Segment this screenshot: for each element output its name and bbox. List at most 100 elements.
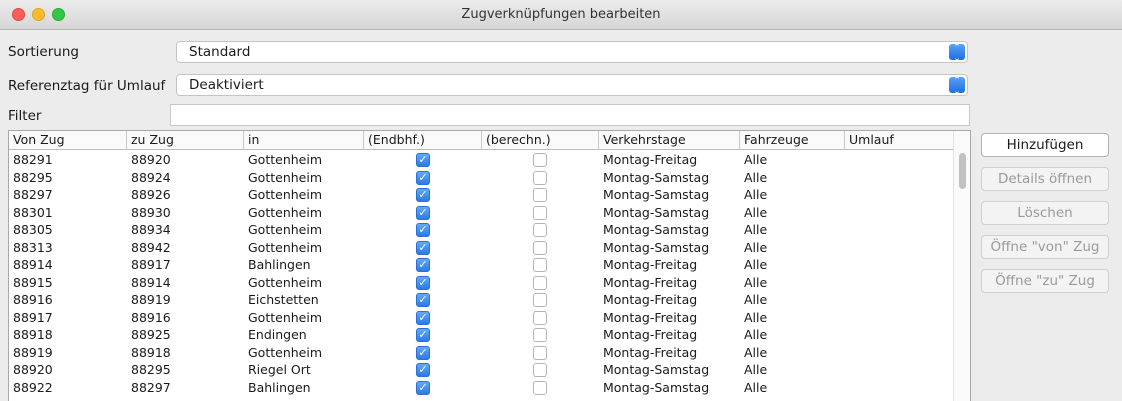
delete-button[interactable]: Löschen	[981, 201, 1109, 225]
cell-zu-zug: 88918	[131, 344, 171, 360]
sort-select[interactable]: Standard ⌃ ⌃	[176, 41, 968, 63]
scrollbar-thumb[interactable]	[959, 153, 966, 189]
window-title: Zugverknüpfungen bearbeiten	[461, 7, 661, 22]
table-row[interactable]: 88916 88919 Eichstetten ✓ Montag-Freitag Alle	[9, 291, 953, 309]
add-button[interactable]: Hinzufügen	[981, 133, 1109, 157]
berechn-checkbox[interactable]	[533, 170, 547, 185]
cell-zu-zug: 88919	[131, 292, 171, 307]
vertical-scrollbar[interactable]	[953, 131, 970, 401]
open-details-button[interactable]: Details öffnen	[981, 167, 1109, 191]
column-header-endbhf[interactable]: (Endbhf.)	[364, 131, 482, 150]
cell-von-zug: 88922	[13, 379, 53, 395]
cell-von-zug: 88920	[13, 362, 53, 377]
berechn-checkbox[interactable]	[533, 328, 547, 342]
berechn-checkbox[interactable]	[533, 258, 547, 272]
table-row[interactable]: 88295 88924 Gottenheim ✓ Montag-Samstag Alle	[9, 169, 953, 187]
table-row[interactable]: 88918 88925 Endingen ✓ Montag-Freitag Alle	[9, 326, 953, 344]
cell-von-zug: 88914	[13, 257, 53, 272]
cell-umlauf	[845, 309, 849, 327]
cell-von-zug: 88301	[13, 204, 53, 220]
cell-umlauf	[845, 151, 849, 169]
cell-verkehrstage: Montag-Freitag	[603, 152, 698, 167]
berechn-checkbox[interactable]	[533, 363, 547, 377]
cell-in: Eichstetten	[248, 292, 319, 307]
cell-in: Endingen	[248, 327, 307, 342]
endbhf-checkbox[interactable]: ✓	[416, 363, 430, 377]
reference-day-select-value: Deaktiviert	[189, 77, 264, 93]
cell-in: Gottenheim	[248, 187, 323, 202]
cell-zu-zug: 88926	[131, 187, 171, 202]
endbhf-checkbox[interactable]: ✓	[416, 153, 430, 167]
open-to-train-button[interactable]: Öffne "zu" Zug	[981, 269, 1109, 293]
column-header-in[interactable]: in	[244, 131, 364, 150]
endbhf-checkbox[interactable]: ✓	[416, 170, 430, 185]
cell-zu-zug: 88917	[131, 257, 171, 272]
column-header-verkehrstage[interactable]: Verkehrstage	[599, 131, 740, 150]
endbhf-checkbox[interactable]: ✓	[416, 258, 430, 272]
column-header-umlauf[interactable]: Umlauf	[845, 131, 953, 150]
cell-verkehrstage: Montag-Freitag	[603, 274, 698, 290]
table-header: Von Zug zu Zug in (Endbhf.) (berechn.) V…	[9, 131, 953, 150]
table-row[interactable]: 88917 88916 Gottenheim ✓ Montag-Freitag Alle	[9, 309, 953, 327]
cell-in: Bahlingen	[248, 379, 311, 395]
cell-fahrzeuge: Alle	[744, 292, 768, 307]
cell-umlauf	[845, 169, 849, 187]
column-header-fahrzeuge[interactable]: Fahrzeuge	[740, 131, 845, 150]
cell-zu-zug: 88925	[131, 327, 171, 342]
table-row[interactable]: 88914 88917 Bahlingen ✓ Montag-Freitag Alle	[9, 256, 953, 274]
berechn-checkbox[interactable]	[533, 153, 547, 167]
endbhf-checkbox[interactable]: ✓	[416, 240, 430, 255]
open-from-train-button[interactable]: Öffne "von" Zug	[981, 235, 1109, 259]
endbhf-checkbox[interactable]: ✓	[416, 328, 430, 342]
table-row[interactable]: 88919 88918 Gottenheim ✓ Montag-Freitag Alle	[9, 344, 953, 362]
cell-von-zug: 88918	[13, 327, 53, 342]
updown-chevron-icon: ⌃ ⌃	[949, 44, 965, 61]
cell-von-zug: 88915	[13, 274, 53, 290]
berechn-checkbox[interactable]	[533, 293, 547, 307]
table-row[interactable]: 88922 88297 Bahlingen ✓ Montag-Samstag Alle	[9, 379, 953, 397]
column-header-berechn[interactable]: (berechn.)	[482, 131, 599, 150]
cell-in: Gottenheim	[248, 222, 323, 237]
berechn-checkbox[interactable]	[533, 240, 547, 255]
endbhf-checkbox[interactable]: ✓	[416, 188, 430, 202]
berechn-checkbox[interactable]	[533, 345, 547, 360]
cell-umlauf	[845, 344, 849, 362]
cell-fahrzeuge: Alle	[744, 327, 768, 342]
endbhf-checkbox[interactable]: ✓	[416, 205, 430, 220]
endbhf-checkbox[interactable]: ✓	[416, 345, 430, 360]
table-body: 88291 88920 Gottenheim ✓ Montag-Freitag Alle 8…	[9, 151, 953, 396]
berechn-checkbox[interactable]	[533, 205, 547, 220]
cell-fahrzeuge: Alle	[744, 187, 768, 202]
table-row[interactable]: 88920 88295 Riegel Ort ✓ Montag-Samstag Alle	[9, 361, 953, 379]
endbhf-checkbox[interactable]: ✓	[416, 275, 430, 290]
filter-input[interactable]	[170, 104, 970, 126]
berechn-checkbox[interactable]	[533, 310, 547, 325]
endbhf-checkbox[interactable]: ✓	[416, 293, 430, 307]
berechn-checkbox[interactable]	[533, 223, 547, 237]
cell-umlauf	[845, 291, 849, 309]
endbhf-checkbox[interactable]: ✓	[416, 310, 430, 325]
cell-in: Riegel Ort	[248, 362, 311, 377]
table-row[interactable]: 88301 88930 Gottenheim ✓ Montag-Samstag Alle	[9, 204, 953, 222]
cell-zu-zug: 88920	[131, 152, 171, 167]
table-row[interactable]: 88305 88934 Gottenheim ✓ Montag-Samstag Alle	[9, 221, 953, 239]
endbhf-checkbox[interactable]: ✓	[416, 223, 430, 237]
table-row[interactable]: 88297 88926 Gottenheim ✓ Montag-Samstag Alle	[9, 186, 953, 204]
cell-verkehrstage: Montag-Samstag	[603, 239, 710, 255]
endbhf-checkbox[interactable]: ✓	[416, 380, 430, 395]
cell-in: Gottenheim	[248, 169, 323, 185]
table-row[interactable]: 88915 88914 Gottenheim ✓ Montag-Freitag Alle	[9, 274, 953, 292]
cell-umlauf	[845, 326, 849, 344]
berechn-checkbox[interactable]	[533, 380, 547, 395]
cell-verkehrstage: Montag-Samstag	[603, 362, 710, 377]
table-row[interactable]: 88291 88920 Gottenheim ✓ Montag-Freitag Alle	[9, 151, 953, 169]
cell-in: Bahlingen	[248, 257, 311, 272]
column-header-von-zug[interactable]: Von Zug	[9, 131, 127, 150]
berechn-checkbox[interactable]	[533, 188, 547, 202]
table-row[interactable]: 88313 88942 Gottenheim ✓ Montag-Samstag Alle	[9, 239, 953, 257]
reference-day-select[interactable]: Deaktiviert ⌃ ⌃	[176, 74, 968, 96]
berechn-checkbox[interactable]	[533, 275, 547, 290]
updown-chevron-icon: ⌃ ⌃	[949, 77, 965, 94]
connections-table: Von Zug zu Zug in (Endbhf.) (berechn.) V…	[8, 130, 971, 401]
column-header-zu-zug[interactable]: zu Zug	[127, 131, 244, 150]
